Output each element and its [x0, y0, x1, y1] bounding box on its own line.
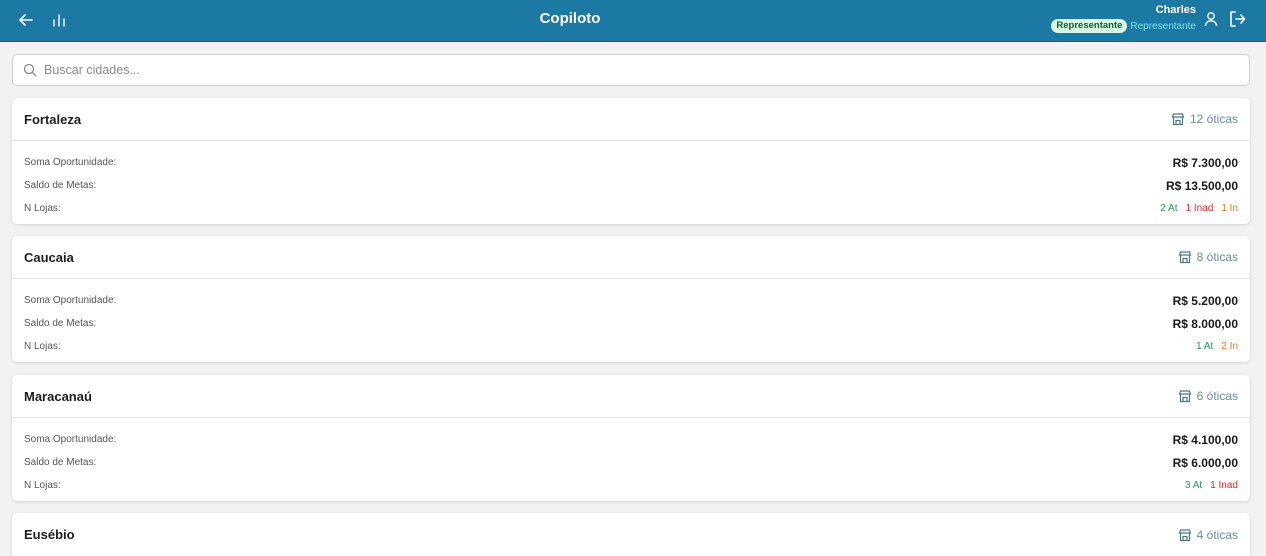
top-app-bar: Copiloto Charles Representante Represent… — [0, 0, 1266, 42]
user-icon[interactable] — [1204, 11, 1218, 32]
status-active: 2 At — [1160, 203, 1178, 214]
city-card-eusebio[interactable]: Eusébio 4 óticas — [12, 513, 1250, 556]
status-inativo: 2 In — [1221, 341, 1238, 352]
page-title: Copiloto — [539, 10, 601, 27]
store-count: 8 óticas — [1178, 250, 1238, 264]
store-icon — [1178, 251, 1191, 264]
city-card-maracanau[interactable]: Maracanaú 6 óticas Soma Oportunidade: R$ … — [12, 375, 1250, 501]
store-status: 2 At 1 Inad 1 In — [1160, 203, 1238, 214]
saldo-label: Saldo de Metas: — [24, 457, 97, 468]
soma-label: Soma Oportunidade: — [24, 295, 117, 306]
soma-label: Soma Oportunidade: — [24, 157, 117, 168]
soma-value: R$ 5.200,00 — [1172, 293, 1238, 308]
soma-value: R$ 4.100,00 — [1172, 432, 1238, 447]
status-active: 3 At — [1184, 480, 1203, 491]
search-box — [12, 54, 1250, 86]
city-name: Fortaleza — [24, 111, 82, 127]
lojas-label: N Lojas: — [24, 480, 61, 491]
logout-icon[interactable] — [1228, 10, 1246, 33]
city-name: Caucaia — [24, 249, 74, 265]
store-status: 3 At 1 Inad — [1185, 480, 1238, 491]
store-count: 6 óticas — [1178, 389, 1238, 403]
store-status: 1 At 2 In — [1196, 341, 1238, 352]
city-card-caucaia[interactable]: Caucaia 8 óticas Soma Oportunidade: R$ 5.… — [12, 236, 1250, 362]
soma-label: Soma Oportunidade: — [24, 434, 117, 445]
saldo-label: Saldo de Metas: — [24, 180, 97, 191]
store-count-label: 12 óticas — [1189, 112, 1238, 126]
scrollbar-track[interactable] — [1262, 42, 1266, 556]
user-name: Charles — [1155, 4, 1196, 16]
store-count: 12 óticas — [1171, 112, 1238, 126]
search-icon — [23, 63, 37, 77]
store-count-label: 6 óticas — [1196, 389, 1238, 403]
status-inadimplente: 1 Inad — [1185, 203, 1214, 214]
city-card-fortaleza[interactable]: Fortaleza 12 óticas Soma Oportunidade: R$… — [12, 98, 1250, 224]
lojas-label: N Lojas: — [24, 341, 61, 352]
status-inativo: 1 In — [1221, 203, 1238, 214]
city-name: Eusébio — [24, 527, 75, 542]
role-badge: Representante — [1051, 19, 1128, 33]
store-icon — [1178, 390, 1191, 403]
lojas-label: N Lojas: — [24, 203, 61, 214]
status-inadimplente: 1 Inad — [1210, 480, 1238, 491]
soma-value: R$ 7.300,00 — [1172, 155, 1238, 170]
store-icon — [1178, 528, 1191, 541]
role-text: Representante — [1130, 20, 1196, 32]
saldo-label: Saldo de Metas: — [24, 318, 97, 329]
saldo-value: R$ 6.000,00 — [1172, 455, 1238, 470]
search-input[interactable] — [44, 63, 1194, 77]
store-count: 4 óticas — [1178, 528, 1238, 542]
status-active: 1 At — [1196, 341, 1214, 352]
store-icon — [1171, 113, 1185, 126]
user-info: Charles Representante Representante — [1051, 4, 1196, 33]
store-count-label: 4 óticas — [1196, 527, 1238, 542]
store-count-label: 8 óticas — [1196, 250, 1238, 264]
saldo-value: R$ 13.500,00 — [1165, 178, 1238, 193]
saldo-value: R$ 8.000,00 — [1172, 316, 1238, 331]
city-name: Maracanaú — [24, 388, 92, 404]
